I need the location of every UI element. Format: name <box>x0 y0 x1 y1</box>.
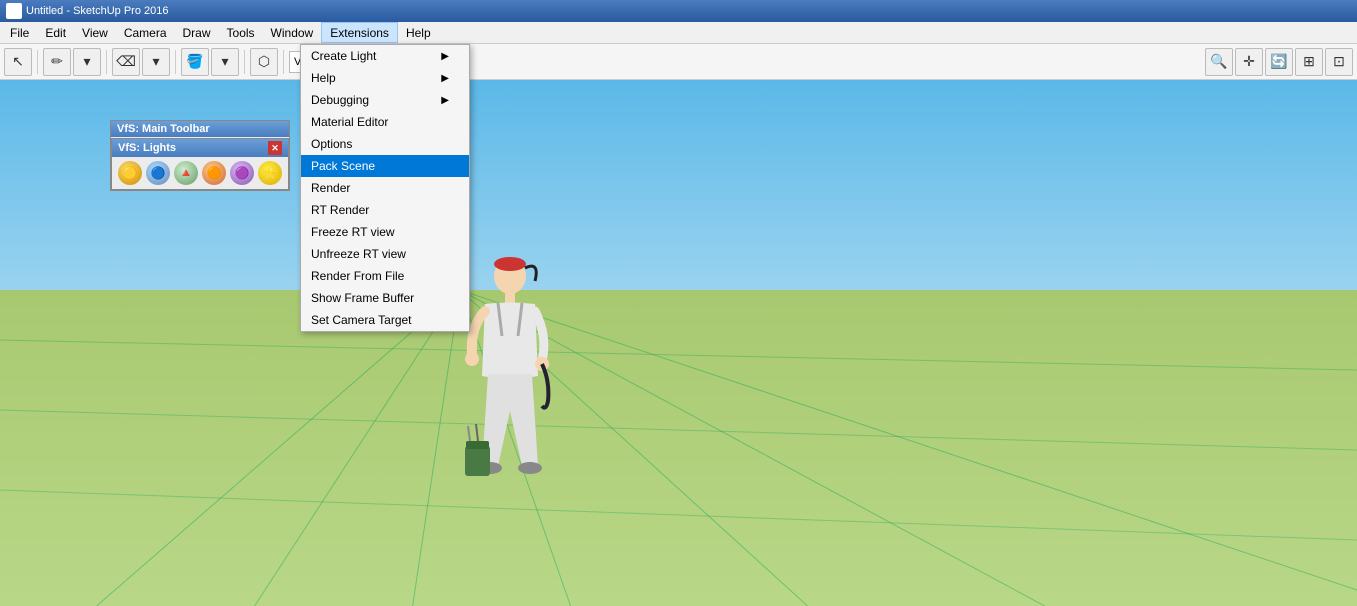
unfreeze-rt-label: Unfreeze RT view <box>311 247 406 261</box>
title-bar-text: Untitled - SketchUp Pro 2016 <box>26 5 168 17</box>
menu-draw[interactable]: Draw <box>175 22 219 43</box>
menu-item-unfreeze-rt[interactable]: Unfreeze RT view <box>301 243 469 265</box>
menu-item-render[interactable]: Render <box>301 177 469 199</box>
extensions-dropdown-menu: Create Light ▶ Help ▶ Debugging ▶ Materi… <box>300 44 470 332</box>
rect-light-btn[interactable]: 🟠 <box>202 161 226 185</box>
menu-item-options[interactable]: Options <box>301 133 469 155</box>
freeze-rt-label: Freeze RT view <box>311 225 395 239</box>
vray-lights-panel: VfS: Lights ✕ 🟡 🔵 🔺 🟠 🟣 ⭐ <box>111 138 289 190</box>
set-camera-target-label: Set Camera Target <box>311 313 412 327</box>
vray-main-toolbar-panel: VfS: Main Toolbar VfS: Lights ✕ 🟡 🔵 🔺 🟠 … <box>110 120 290 191</box>
ground <box>0 290 1357 606</box>
paint-dropdown-btn[interactable]: ▾ <box>211 48 239 76</box>
render-label: Render <box>311 181 350 195</box>
app-icon <box>6 3 22 19</box>
material-editor-label: Material Editor <box>311 115 388 129</box>
title-bar: Untitled - SketchUp Pro 2016 <box>0 0 1357 22</box>
menu-item-debugging[interactable]: Debugging ▶ <box>301 89 469 111</box>
menu-bar: File Edit View Camera Draw Tools Window … <box>0 22 1357 44</box>
separator-4 <box>244 50 245 74</box>
menu-item-pack-scene[interactable]: Pack Scene <box>301 155 469 177</box>
menu-camera[interactable]: Camera <box>116 22 175 43</box>
separator-1 <box>37 50 38 74</box>
menu-item-render-from-file[interactable]: Render From File <box>301 265 469 287</box>
options-label: Options <box>311 137 352 151</box>
eraser-dropdown-btn[interactable]: ▾ <box>142 48 170 76</box>
menu-tools[interactable]: Tools <box>219 22 263 43</box>
close-lights-btn[interactable]: ✕ <box>268 141 282 155</box>
push-pull-btn[interactable]: ⬡ <box>250 48 278 76</box>
menu-item-rt-render[interactable]: RT Render <box>301 199 469 221</box>
vray-lights-header[interactable]: VfS: Lights ✕ <box>112 139 288 157</box>
pan-btn[interactable]: ✛ <box>1235 48 1263 76</box>
toolbar: ↖ ✏ ▾ ⌫ ▾ 🪣 ▾ ⬡ V-Ray ▶ 🔍 ✛ 🔄 ⊞ ⊡ <box>0 44 1357 80</box>
sphere-light-btn[interactable]: 🟡 <box>118 161 142 185</box>
debugging-arrow: ▶ <box>441 95 449 106</box>
menu-window[interactable]: Window <box>263 22 322 43</box>
ground-perspective-lines <box>0 290 1357 606</box>
render-from-file-label: Render From File <box>311 269 404 283</box>
create-light-arrow: ▶ <box>441 51 449 62</box>
menu-item-set-camera-target[interactable]: Set Camera Target <box>301 309 469 331</box>
menu-item-create-light[interactable]: Create Light ▶ <box>301 45 469 67</box>
help-label: Help <box>311 71 336 85</box>
rt-render-label: RT Render <box>311 203 369 217</box>
orbit-btn[interactable]: 🔍 <box>1205 48 1233 76</box>
vray-lights-title: VfS: Lights <box>118 142 176 154</box>
vray-toolbar-header[interactable]: VfS: Main Toolbar <box>111 121 289 137</box>
zoom-btn[interactable]: 🔄 <box>1265 48 1293 76</box>
vray-toolbar-title: VfS: Main Toolbar <box>117 123 210 135</box>
help-arrow: ▶ <box>441 73 449 84</box>
paint-tool-btn[interactable]: 🪣 <box>181 48 209 76</box>
menu-extensions[interactable]: Extensions <box>321 22 398 43</box>
menu-help[interactable]: Help <box>398 22 439 43</box>
figure-character <box>460 246 560 506</box>
eraser-tool-btn[interactable]: ⌫ <box>112 48 140 76</box>
vray-lights-body: 🟡 🔵 🔺 🟠 🟣 ⭐ <box>112 157 288 189</box>
menu-edit[interactable]: Edit <box>37 22 74 43</box>
menu-item-freeze-rt[interactable]: Freeze RT view <box>301 221 469 243</box>
menu-item-material-editor[interactable]: Material Editor <box>301 111 469 133</box>
ies-light-btn[interactable]: 🟣 <box>230 161 254 185</box>
menu-view[interactable]: View <box>74 22 116 43</box>
spot-light-btn[interactable]: 🔺 <box>174 161 198 185</box>
pack-scene-label: Pack Scene <box>311 159 375 173</box>
pencil-tool-btn[interactable]: ✏ <box>43 48 71 76</box>
dome-light-btn[interactable]: 🔵 <box>146 161 170 185</box>
select-tool-btn[interactable]: ↖ <box>4 48 32 76</box>
menu-file[interactable]: File <box>2 22 37 43</box>
create-light-label: Create Light <box>311 49 376 63</box>
separator-5 <box>283 50 284 74</box>
menu-item-show-frame-buffer[interactable]: Show Frame Buffer <box>301 287 469 309</box>
separator-3 <box>175 50 176 74</box>
zoom-window-btn[interactable]: ⊞ <box>1295 48 1323 76</box>
zoom-extents-btn[interactable]: ⊡ <box>1325 48 1353 76</box>
sun-light-btn[interactable]: ⭐ <box>258 161 282 185</box>
show-frame-buffer-label: Show Frame Buffer <box>311 291 414 305</box>
pencil-dropdown-btn[interactable]: ▾ <box>73 48 101 76</box>
separator-2 <box>106 50 107 74</box>
debugging-label: Debugging <box>311 93 369 107</box>
menu-item-help[interactable]: Help ▶ <box>301 67 469 89</box>
